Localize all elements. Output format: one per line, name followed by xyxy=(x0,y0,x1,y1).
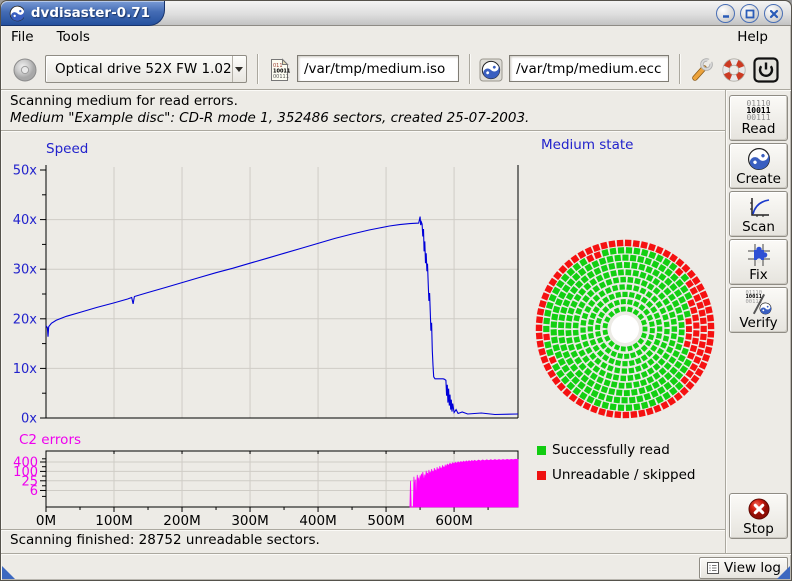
svg-text:50x: 50x xyxy=(13,164,38,179)
fix-label: Fix xyxy=(749,268,768,282)
fix-button[interactable]: Fix xyxy=(729,239,788,285)
create-button[interactable]: Create xyxy=(729,143,788,189)
menu-file[interactable]: File xyxy=(11,28,43,47)
close-button[interactable] xyxy=(764,4,783,23)
log-list-icon xyxy=(706,561,720,575)
binary-read-icon: 01110 10011 00111 xyxy=(746,100,770,121)
svg-text:0M: 0M xyxy=(36,513,56,529)
preferences-button[interactable] xyxy=(688,56,716,84)
combo-arrow xyxy=(232,56,246,82)
app-window: dvdisaster-0.71 File Tools Help xyxy=(0,0,792,581)
svg-text:100M: 100M xyxy=(95,513,132,529)
read-label: Read xyxy=(742,122,776,136)
panel-separator xyxy=(725,90,727,554)
svg-text:30x: 30x xyxy=(13,263,38,278)
chevron-down-icon xyxy=(235,67,243,72)
minimize-button[interactable] xyxy=(716,4,735,23)
yinyang-icon xyxy=(747,147,771,171)
help-button[interactable] xyxy=(720,56,748,84)
lifesaver-icon xyxy=(721,57,747,83)
scan-button[interactable]: Scan xyxy=(729,191,788,237)
read-button[interactable]: 01110 10011 00111 Read xyxy=(729,95,788,141)
titlebar: dvdisaster-0.71 xyxy=(1,1,791,26)
power-icon xyxy=(752,56,780,84)
maximize-icon xyxy=(744,8,756,20)
legend-swatch-red xyxy=(537,471,546,480)
quit-button[interactable] xyxy=(752,56,780,84)
menu-help[interactable]: Help xyxy=(737,28,777,47)
legend-swatch-green xyxy=(537,446,546,455)
svg-text:00111: 00111 xyxy=(273,74,289,80)
svg-text:Speed: Speed xyxy=(46,141,88,157)
yinyang-small-icon xyxy=(759,302,772,315)
puzzle-piece-icon xyxy=(747,243,771,267)
svg-text:400M: 400M xyxy=(299,513,336,529)
medium-info: Medium "Example disc": CD-R mode 1, 3524… xyxy=(10,110,529,126)
scan-label: Scan xyxy=(742,220,775,234)
legend-label: Unreadable / skipped xyxy=(552,467,695,483)
title-tab: dvdisaster-0.71 xyxy=(1,1,165,26)
svg-text:20x: 20x xyxy=(13,312,38,327)
medium-state-legend: Successfully read Unreadable / skipped xyxy=(537,441,695,491)
toolbar-separator xyxy=(469,54,471,84)
drive-select-button[interactable] xyxy=(11,56,39,84)
window-title: dvdisaster-0.71 xyxy=(31,5,150,21)
iso-file-icon: 011 10011 00111 xyxy=(267,57,293,83)
stop-icon xyxy=(747,497,771,521)
close-icon xyxy=(768,8,780,20)
svg-text:300M: 300M xyxy=(231,513,268,529)
status-message: Scanning medium for read errors. xyxy=(10,93,238,109)
legend-label: Successfully read xyxy=(552,442,670,458)
view-log-button[interactable]: View log xyxy=(699,557,788,579)
ecc-file-input[interactable] xyxy=(509,55,669,82)
menu-tools[interactable]: Tools xyxy=(57,28,99,47)
svg-text:0x: 0x xyxy=(21,412,37,427)
scan-curve-icon xyxy=(747,195,771,219)
separator xyxy=(1,529,725,531)
svg-text:10x: 10x xyxy=(13,362,38,377)
scan-result-status: Scanning finished: 28752 unreadable sect… xyxy=(10,532,320,548)
resize-grip-left[interactable] xyxy=(2,566,15,579)
wrench-icon xyxy=(689,57,715,83)
toolbar-separator xyxy=(679,54,681,84)
optical-disc-icon xyxy=(12,57,38,83)
ecc-file-button[interactable] xyxy=(477,56,505,84)
separator xyxy=(1,130,725,132)
verify-label: Verify xyxy=(739,316,777,330)
maximize-button[interactable] xyxy=(740,4,759,23)
legend-item-read: Successfully read xyxy=(537,441,695,459)
toolbar: Optical drive 52X FW 1.02 011 10011 0011… xyxy=(1,48,791,90)
image-file-button[interactable]: 011 10011 00111 xyxy=(266,56,294,84)
drive-selector-combo[interactable]: Optical drive 52X FW 1.02 xyxy=(45,55,247,83)
menubar: File Tools Help xyxy=(1,27,791,48)
stop-label: Stop xyxy=(743,522,774,536)
toolbar-separator xyxy=(257,54,259,84)
separator xyxy=(1,553,792,555)
speed-and-c2-charts: 0x10x20x30x40x50x4001002560M100M200M300M… xyxy=(5,133,523,531)
ecc-yinyang-icon xyxy=(479,58,503,82)
svg-text:600M: 600M xyxy=(435,513,472,529)
svg-text:6: 6 xyxy=(30,484,38,499)
medium-state-title: Medium state xyxy=(541,137,633,153)
svg-text:200M: 200M xyxy=(163,513,200,529)
svg-text:40x: 40x xyxy=(13,213,38,228)
stop-button[interactable]: Stop xyxy=(729,493,788,539)
verify-icon: 01110 10011 00111 xyxy=(746,291,772,315)
svg-text:C2 errors: C2 errors xyxy=(19,432,81,448)
verify-button[interactable]: 01110 10011 00111 Verify xyxy=(729,287,788,333)
app-logo-yinyang-icon xyxy=(9,5,24,22)
image-file-input[interactable] xyxy=(297,55,459,82)
view-log-label: View log xyxy=(724,560,781,576)
drive-selector-value: Optical drive 52X FW 1.02 xyxy=(46,61,232,77)
create-label: Create xyxy=(736,172,781,186)
minimize-icon xyxy=(720,8,732,20)
medium-state-disc xyxy=(531,237,721,427)
resize-grip-right[interactable] xyxy=(777,566,790,579)
legend-item-unreadable: Unreadable / skipped xyxy=(537,466,695,484)
svg-text:500M: 500M xyxy=(367,513,404,529)
